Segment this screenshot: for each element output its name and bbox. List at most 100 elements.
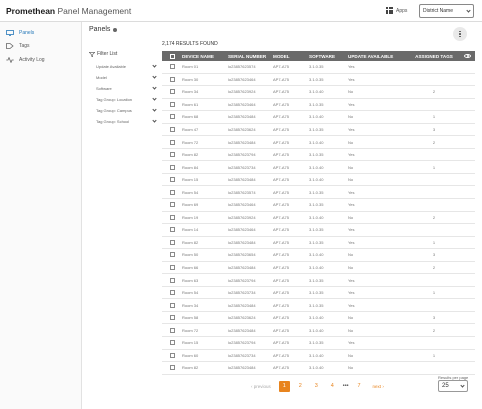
filter-item[interactable]: Model bbox=[96, 73, 157, 81]
row-checkbox[interactable] bbox=[169, 214, 175, 220]
column-header-device-name[interactable]: DEVICE NAME bbox=[182, 54, 228, 59]
table-row[interactable]: Room 14 lo23857623464 AP7-A75 3.1.0.35 Yes bbox=[162, 224, 475, 237]
filter-list-title: Filter List bbox=[97, 51, 118, 57]
row-checkbox[interactable] bbox=[169, 365, 175, 371]
page-2-button[interactable]: 2 bbox=[295, 381, 306, 392]
cell-model: AP7-A75 bbox=[273, 139, 290, 145]
next-page-button[interactable]: next › bbox=[373, 384, 384, 389]
table-row[interactable]: Room 82 lo23857623484 AP7-A75 3.1.0.35 Yes 1 bbox=[162, 237, 475, 250]
column-header-model[interactable]: MODEL bbox=[273, 54, 309, 59]
row-checkbox[interactable] bbox=[169, 315, 175, 321]
column-header-assigned-tags[interactable]: ASSIGNED TAGS bbox=[408, 54, 460, 59]
cell-model: AP7-A75 bbox=[273, 152, 290, 158]
column-header-serial-number[interactable]: SERIAL NUMBER bbox=[228, 54, 273, 59]
table-row[interactable]: Room 50 lo23857623654 AP7-A75 3.1.0.40 No 3 bbox=[162, 249, 475, 262]
row-checkbox[interactable] bbox=[169, 252, 175, 258]
table-row[interactable]: Room 61 lo23857623464 AP7-A75 3.1.0.35 Yes bbox=[162, 99, 475, 112]
pagination-ellipsis: ••• bbox=[342, 383, 349, 389]
filter-item[interactable]: Tag Group: Campus bbox=[96, 106, 157, 114]
sidebar-item-label: Activity Log bbox=[19, 57, 45, 63]
apps-button[interactable]: Apps bbox=[386, 7, 407, 14]
chevron-down-icon bbox=[152, 117, 157, 123]
page-3-button[interactable]: 3 bbox=[311, 381, 322, 392]
row-checkbox[interactable] bbox=[169, 277, 175, 283]
filter-item[interactable]: Update Available bbox=[96, 62, 157, 70]
cell-serial: lo23857623484 bbox=[228, 177, 256, 183]
table-row[interactable]: Room 82 lo23857623794 AP7-A75 3.1.0.35 Yes bbox=[162, 149, 475, 162]
row-checkbox[interactable] bbox=[169, 189, 175, 195]
cell-update: Yes bbox=[348, 227, 355, 233]
cell-tags: 1 bbox=[432, 290, 436, 296]
row-checkbox[interactable] bbox=[169, 89, 175, 95]
filter-list-header[interactable]: Filter List bbox=[89, 51, 117, 57]
cell-serial: lo23857623464 bbox=[228, 227, 256, 233]
row-checkbox[interactable] bbox=[169, 302, 175, 308]
row-checkbox[interactable] bbox=[169, 290, 175, 296]
table-row[interactable]: Room 72 lo23857623484 AP7-A75 3.1.0.40 No 2 bbox=[162, 136, 475, 149]
cell-model: AP7-A75 bbox=[273, 89, 290, 95]
cell-update: No bbox=[348, 214, 354, 220]
row-checkbox[interactable] bbox=[169, 152, 175, 158]
page-7-button[interactable]: 7 bbox=[354, 381, 365, 392]
sidebar-item-activity-log[interactable]: Activity Log bbox=[6, 55, 45, 65]
table-row[interactable]: Room 58 lo23857623624 AP7-A75 3.1.0.40 No 3 bbox=[162, 312, 475, 325]
row-checkbox[interactable] bbox=[169, 64, 175, 70]
row-checkbox[interactable] bbox=[169, 340, 175, 346]
page-1-button[interactable]: 1 bbox=[278, 380, 290, 392]
filter-item[interactable]: Tag Group: School bbox=[96, 117, 157, 125]
previous-page-button[interactable]: ‹ previous bbox=[251, 384, 271, 389]
table-row[interactable]: Room 47 lo23857623624 AP7-A75 3.1.0.35 Yes 3 bbox=[162, 124, 475, 137]
table-row[interactable]: Room 84 lo23857623734 AP7-A75 3.1.0.40 No 1 bbox=[162, 161, 475, 174]
column-header-update-available[interactable]: UPDATE AVAILABLE bbox=[348, 54, 408, 59]
table-row[interactable]: Room 69 lo23857623464 AP7-A75 3.1.0.35 Yes bbox=[162, 199, 475, 212]
row-checkbox[interactable] bbox=[169, 265, 175, 271]
table-row[interactable]: Room 30 lo23857623464 AP7-A75 3.1.0.35 Yes bbox=[162, 74, 475, 87]
select-all-checkbox[interactable] bbox=[169, 53, 175, 59]
table-row[interactable]: Room 60 lo23857623734 AP7-A75 3.1.0.40 No 1 bbox=[162, 350, 475, 363]
table-row[interactable]: Room 72 lo23857623484 AP7-A75 3.1.0.40 No 2 bbox=[162, 324, 475, 338]
table-row[interactable]: Room 19 lo23857623924 AP7-A75 3.1.0.40 No 2 bbox=[162, 212, 475, 225]
table-row[interactable]: Room 15 lo23857623794 AP7-A75 3.1.0.35 Yes bbox=[162, 337, 475, 350]
row-checkbox[interactable] bbox=[169, 352, 175, 358]
cell-update: No bbox=[348, 327, 354, 333]
district-dropdown[interactable]: District Name bbox=[419, 4, 474, 18]
page-4-button[interactable]: 4 bbox=[327, 381, 338, 392]
sidebar-item-panels[interactable]: Panels bbox=[6, 28, 34, 38]
cell-name: Room 50 bbox=[182, 252, 199, 258]
table-row[interactable]: Room 54 lo23857623734 AP7-A75 3.1.0.35 Yes 1 bbox=[162, 287, 475, 300]
table-row[interactable]: Room 15 lo23857623484 AP7-A75 3.1.0.40 No bbox=[162, 174, 475, 187]
table-row[interactable]: Room 66 lo23857623484 AP7-A75 3.1.0.40 No 2 bbox=[162, 262, 475, 275]
row-checkbox[interactable] bbox=[169, 177, 175, 183]
row-checkbox[interactable] bbox=[169, 101, 175, 107]
cell-software: 3.1.0.35 bbox=[309, 76, 324, 82]
cell-name: Room 82 bbox=[182, 239, 199, 245]
cell-software: 3.1.0.35 bbox=[309, 227, 324, 233]
table-row[interactable]: Room 68 lo23857623484 AP7-A75 3.1.0.40 No 1 bbox=[162, 111, 475, 124]
table-row[interactable]: Room 63 lo23857623794 AP7-A75 3.1.0.35 Yes bbox=[162, 274, 475, 287]
row-checkbox[interactable] bbox=[169, 327, 175, 333]
table-row[interactable]: Room 34 lo23857623924 AP7-A75 3.1.0.40 No 2 bbox=[162, 86, 475, 99]
row-checkbox[interactable] bbox=[169, 239, 175, 245]
column-header-software[interactable]: SOFTWARE bbox=[309, 54, 348, 59]
table-row[interactable]: Room 34 lo23857623484 AP7-A75 3.1.0.35 Yes bbox=[162, 299, 475, 312]
row-checkbox[interactable] bbox=[169, 114, 175, 120]
table-row[interactable]: Room 01 lo23857623574 AP7-A75 3.1.0.35 Yes bbox=[162, 61, 475, 74]
results-per-page-select[interactable]: 25 bbox=[438, 380, 468, 392]
sidebar-item-tags[interactable]: Tags bbox=[6, 41, 30, 51]
row-checkbox[interactable] bbox=[169, 127, 175, 132]
cell-update: Yes bbox=[348, 101, 355, 107]
more-options-button[interactable] bbox=[453, 27, 467, 41]
info-icon[interactable] bbox=[113, 27, 118, 32]
table-row[interactable]: Room 54 lo23857623574 AP7-A75 3.1.0.35 Yes bbox=[162, 186, 475, 200]
row-checkbox[interactable] bbox=[169, 139, 175, 145]
filter-item[interactable]: Software bbox=[96, 84, 157, 92]
row-checkbox[interactable] bbox=[169, 76, 175, 82]
row-checkbox[interactable] bbox=[169, 164, 175, 170]
row-checkbox[interactable] bbox=[169, 227, 175, 233]
table-row[interactable]: Room 82 lo23857623484 AP7-A75 3.1.0.40 No bbox=[162, 362, 475, 375]
eye-icon[interactable] bbox=[464, 54, 471, 58]
page-title-text: Panels bbox=[89, 26, 111, 33]
filter-item[interactable]: Tag Group: Location bbox=[96, 95, 157, 103]
row-checkbox[interactable] bbox=[169, 202, 175, 208]
cell-model: AP7-A75 bbox=[273, 365, 290, 371]
